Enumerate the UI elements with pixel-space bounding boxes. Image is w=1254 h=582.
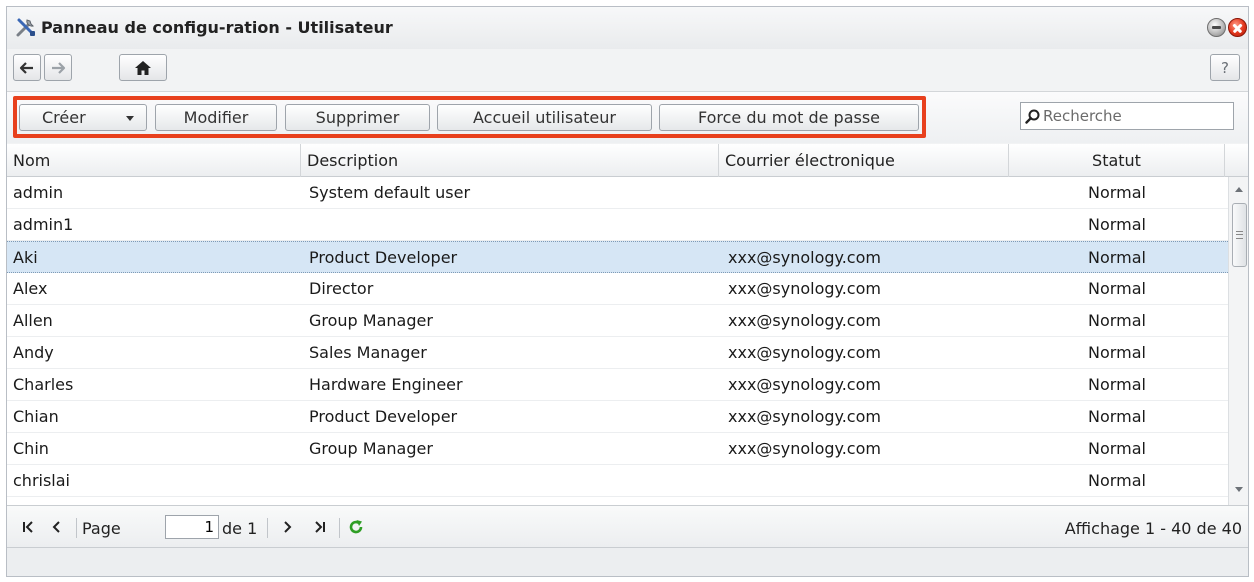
cell-status: Normal (1088, 407, 1146, 426)
password-strength-button[interactable]: Force du mot de passe (659, 104, 919, 131)
cell-description: Hardware Engineer (309, 375, 463, 394)
cell-name: Alex (13, 279, 48, 298)
table-row[interactable]: admin System default user Normal (7, 177, 1228, 209)
column-header-status[interactable]: Statut (1009, 144, 1225, 177)
cell-description: System default user (309, 183, 471, 202)
page-number-input[interactable] (165, 515, 219, 539)
control-panel-window: Panneau de configu-ration - Utilisateur … (6, 6, 1249, 577)
search-input[interactable] (1043, 107, 1223, 125)
cell-description: Product Developer (309, 407, 458, 426)
pager-separator (339, 518, 340, 538)
refresh-icon[interactable] (348, 519, 364, 535)
cell-email: xxx@synology.com (728, 311, 881, 330)
title-bar: Panneau de configu-ration - Utilisateur (7, 7, 1248, 49)
cell-name: chrislai (13, 471, 70, 490)
cell-status: Normal (1088, 439, 1146, 458)
pager-separator (76, 518, 77, 538)
cell-name: admin (13, 183, 64, 202)
arrow-left-icon (19, 61, 33, 74)
window-title: Panneau de configu-ration - Utilisateur (41, 18, 393, 37)
grid-header: Nom Description Courrier électronique St… (7, 144, 1248, 177)
user-home-button[interactable]: Accueil utilisateur (437, 104, 652, 131)
scroll-up-arrow-icon[interactable] (1235, 187, 1243, 192)
cell-email: xxx@synology.com (728, 375, 881, 394)
column-header-email[interactable]: Courrier électronique (719, 144, 1009, 177)
page-label: Page (82, 519, 121, 538)
cell-name: Chin (13, 439, 49, 458)
cell-name: Charles (13, 375, 74, 394)
previous-page-icon[interactable] (49, 519, 65, 535)
cell-email: xxx@synology.com (728, 343, 881, 362)
table-row[interactable]: Andy Sales Manager xxx@synology.com Norm… (7, 337, 1228, 369)
column-header-name[interactable]: Nom (7, 144, 301, 177)
cell-name: admin1 (13, 215, 74, 234)
cell-status: Normal (1088, 311, 1146, 330)
cell-status: Normal (1088, 375, 1146, 394)
cell-status: Normal (1088, 183, 1146, 202)
cell-email: xxx@synology.com (728, 248, 881, 267)
arrow-right-icon (52, 61, 66, 74)
cell-email: xxx@synology.com (728, 407, 881, 426)
cell-status: Normal (1088, 471, 1146, 490)
search-icon (1025, 109, 1040, 124)
tools-icon (16, 18, 35, 37)
minimize-button[interactable] (1207, 18, 1226, 37)
user-table: admin System default user Normal admin1 … (7, 177, 1228, 505)
search-box[interactable] (1020, 102, 1234, 130)
page-count-label: de 1 (222, 519, 258, 538)
table-row[interactable]: Allen Group Manager xxx@synology.com Nor… (7, 305, 1228, 337)
cell-description: Director (309, 279, 374, 298)
home-button[interactable] (119, 54, 167, 81)
cell-name: Aki (13, 248, 38, 267)
table-row[interactable]: Chin Group Manager xxx@synology.com Norm… (7, 433, 1228, 465)
display-range-text: Affichage 1 - 40 de 40 (1064, 519, 1242, 538)
cell-description: Product Developer (309, 248, 458, 267)
cell-description: Sales Manager (309, 343, 427, 362)
cell-status: Normal (1088, 343, 1146, 362)
back-button[interactable] (13, 54, 41, 81)
pagination-bar: Page de 1 Affichage 1 - 40 de 40 (7, 505, 1248, 548)
create-button[interactable]: Créer (19, 104, 147, 131)
cell-status: Normal (1088, 279, 1146, 298)
column-header-description[interactable]: Description (301, 144, 719, 177)
last-page-icon[interactable] (311, 519, 327, 535)
modify-button[interactable]: Modifier (155, 104, 277, 131)
close-button[interactable] (1228, 18, 1247, 37)
table-row[interactable]: Chian Product Developer xxx@synology.com… (7, 401, 1228, 433)
cell-name: Andy (13, 343, 54, 362)
cell-description: Group Manager (309, 311, 433, 330)
help-button[interactable]: ? (1210, 54, 1240, 81)
cell-status: Normal (1088, 248, 1146, 267)
scrollbar-thumb[interactable] (1232, 203, 1247, 267)
create-label: Créer (42, 108, 86, 127)
cell-description: Group Manager (309, 439, 433, 458)
table-row-selected[interactable]: Aki Product Developer xxx@synology.com N… (7, 241, 1228, 273)
forward-button[interactable] (44, 54, 72, 81)
delete-button[interactable]: Supprimer (285, 104, 430, 131)
table-row[interactable]: admin1 Normal (7, 209, 1228, 241)
home-icon (135, 60, 151, 75)
cell-name: Chian (13, 407, 59, 426)
pager-separator (267, 518, 268, 538)
status-bar (7, 548, 1248, 576)
vertical-scrollbar[interactable] (1228, 177, 1248, 505)
chevron-down-icon (126, 116, 134, 121)
first-page-icon[interactable] (21, 519, 37, 535)
cell-email: xxx@synology.com (728, 439, 881, 458)
table-row[interactable]: Alex Director xxx@synology.com Normal (7, 273, 1228, 305)
next-page-icon[interactable] (279, 519, 295, 535)
table-row[interactable]: chrislai Normal (7, 465, 1228, 497)
cell-email: xxx@synology.com (728, 279, 881, 298)
cell-name: Allen (13, 311, 53, 330)
cell-status: Normal (1088, 215, 1146, 234)
scroll-down-arrow-icon[interactable] (1235, 487, 1243, 492)
table-row[interactable]: Charles Hardware Engineer xxx@synology.c… (7, 369, 1228, 401)
